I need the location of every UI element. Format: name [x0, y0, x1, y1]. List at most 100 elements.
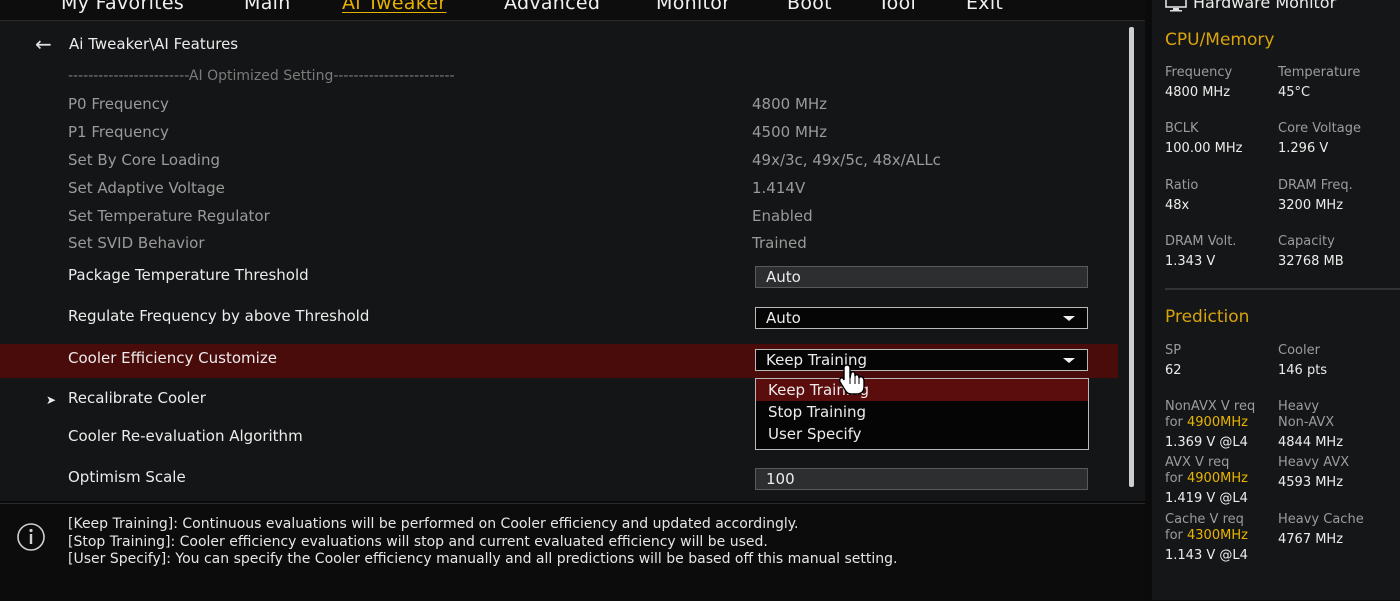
setting-label: Recalibrate Cooler	[68, 389, 206, 407]
info-row-temperature-regulator: Set Temperature Regulator Enabled	[0, 207, 1118, 229]
cpu-memory-section-title: CPU/Memory	[1165, 30, 1275, 50]
setting-optimism-scale[interactable]: Optimism Scale 100	[0, 467, 1118, 493]
sp-value: 62	[1165, 363, 1182, 378]
cooler-efficiency-dropdown-list: Keep Training Stop Training User Specify	[755, 378, 1089, 450]
tab-boot[interactable]: Boot	[787, 0, 832, 14]
heavy-nonavx-label: Heavy	[1278, 399, 1320, 414]
tab-main[interactable]: Main	[244, 0, 291, 14]
section-divider	[1165, 288, 1400, 290]
avx-for-line: for 4900MHz	[1165, 471, 1248, 486]
hardware-monitor-title: Hardware Monitor	[1193, 0, 1337, 12]
info-row-svid-behavior: Set SVID Behavior Trained	[0, 234, 1118, 256]
dram-volt-label: DRAM Volt.	[1165, 234, 1237, 249]
capacity-value: 32768 MB	[1278, 254, 1344, 269]
package-temperature-field[interactable]: Auto	[755, 266, 1088, 288]
monitor-icon	[1165, 0, 1187, 11]
heavy-avx-label: Heavy AVX	[1278, 455, 1350, 470]
info-label: P1 Frequency	[68, 123, 169, 141]
info-value: 49x/3c, 49x/5c, 48x/ALLc	[752, 151, 941, 169]
top-menu-bar: My Favorites Main Ai Tweaker Advanced Mo…	[0, 0, 1145, 20]
dram-freq-value: 3200 MHz	[1278, 198, 1344, 213]
core-voltage-value: 1.296 V	[1278, 141, 1329, 156]
info-value: Trained	[752, 234, 807, 252]
frequency-label: Frequency	[1165, 65, 1233, 80]
breadcrumb-path: Ai Tweaker\AI Features	[69, 35, 239, 53]
cooler-value: 146 pts	[1278, 363, 1328, 378]
ratio-value: 48x	[1165, 198, 1190, 213]
info-label: Set By Core Loading	[68, 151, 220, 169]
dram-volt-value: 1.343 V	[1165, 254, 1216, 269]
prediction-section-title: Prediction	[1165, 307, 1250, 327]
setting-cooler-efficiency-customize[interactable]: Cooler Efficiency Customize Keep Trainin…	[0, 344, 1118, 378]
setting-regulate-frequency[interactable]: Regulate Frequency by above Threshold Au…	[0, 306, 1118, 332]
temperature-value: 45°C	[1278, 85, 1311, 100]
temperature-label: Temperature	[1278, 65, 1361, 80]
submenu-arrow-icon: ➤	[46, 393, 57, 407]
cache-vreq-label: Cache V req	[1165, 512, 1244, 527]
info-value: 4800 MHz	[752, 95, 828, 113]
help-text-stop-training: [Stop Training]: Cooler efficiency evalu…	[68, 534, 768, 550]
breadcrumb[interactable]: ← Ai Tweaker\AI Features	[35, 32, 239, 56]
info-label: Set Adaptive Voltage	[68, 179, 225, 197]
hand-cursor-icon	[838, 364, 865, 395]
tab-monitor[interactable]: Monitor	[656, 0, 730, 14]
dram-freq-label: DRAM Freq.	[1278, 178, 1353, 193]
help-text-keep-training: [Keep Training]: Continuous evaluations …	[68, 516, 799, 532]
dropdown-option-user-specify[interactable]: User Specify	[756, 423, 1088, 445]
info-value: Enabled	[752, 207, 813, 225]
setting-label: Cooler Re-evaluation Algorithm	[68, 427, 303, 445]
nonavx-vreq-label: NonAVX V req	[1165, 399, 1256, 414]
cache-for-line: for 4300MHz	[1165, 528, 1248, 543]
cooler-label: Cooler	[1278, 343, 1320, 358]
info-icon	[17, 523, 45, 551]
hardware-monitor-header: Hardware Monitor	[1165, 0, 1336, 12]
select-value: Auto	[766, 309, 801, 327]
optimism-scale-field[interactable]: 100	[755, 468, 1088, 490]
info-row-p0-frequency: P0 Frequency 4800 MHz	[0, 95, 1118, 117]
avx-vreq-value: 1.419 V @L4	[1165, 491, 1248, 506]
dropdown-option-stop-training[interactable]: Stop Training	[756, 401, 1088, 423]
heavy-nonavx-value: 4844 MHz	[1278, 435, 1344, 450]
heavy-cache-label: Heavy Cache	[1278, 512, 1364, 527]
nonavx-for-line: for 4900MHz	[1165, 415, 1248, 430]
scrollbar[interactable]	[1129, 27, 1134, 487]
help-text-user-specify: [User Specify]: You can specify the Cool…	[68, 551, 898, 567]
info-label: Set SVID Behavior	[68, 234, 205, 252]
info-value: 4500 MHz	[752, 123, 828, 141]
avx-vreq-label: AVX V req	[1165, 455, 1230, 470]
hardware-monitor-panel: Hardware Monitor CPU/Memory Frequency 48…	[1152, 0, 1400, 600]
setting-package-temperature-threshold[interactable]: Package Temperature Threshold Auto	[0, 265, 1118, 291]
info-row-core-loading: Set By Core Loading 49x/3c, 49x/5c, 48x/…	[0, 151, 1118, 173]
chevron-down-icon	[1063, 316, 1075, 321]
settings-panel: ← Ai Tweaker\AI Features ---------------…	[0, 21, 1145, 501]
sp-label: SP	[1165, 343, 1182, 358]
ratio-label: Ratio	[1165, 178, 1199, 193]
tab-ai-tweaker[interactable]: Ai Tweaker	[342, 0, 446, 14]
frequency-value: 4800 MHz	[1165, 85, 1231, 100]
regulate-frequency-select[interactable]: Auto	[755, 307, 1088, 329]
tab-exit[interactable]: Exit	[966, 0, 1003, 14]
info-label: Set Temperature Regulator	[68, 207, 270, 225]
tab-my-favorites[interactable]: My Favorites	[61, 0, 184, 14]
tab-tool[interactable]: Tool	[878, 0, 916, 14]
setting-label: Package Temperature Threshold	[68, 266, 309, 284]
back-arrow-icon[interactable]: ←	[35, 32, 59, 56]
setting-label: Optimism Scale	[68, 468, 186, 486]
info-value: 1.414V	[752, 179, 806, 197]
bclk-label: BCLK	[1165, 121, 1199, 136]
cache-vreq-value: 1.143 V @L4	[1165, 548, 1248, 563]
core-voltage-label: Core Voltage	[1278, 121, 1361, 136]
bclk-value: 100.00 MHz	[1165, 141, 1243, 156]
heavy-avx-value: 4593 MHz	[1278, 475, 1344, 490]
info-row-adaptive-voltage: Set Adaptive Voltage 1.414V	[0, 179, 1118, 201]
cooler-efficiency-select[interactable]: Keep Training	[755, 349, 1088, 371]
nonavx-vreq-value: 1.369 V @L4	[1165, 435, 1248, 450]
tab-advanced[interactable]: Advanced	[504, 0, 600, 14]
help-panel: [Keep Training]: Continuous evaluations …	[0, 503, 1145, 601]
setting-label: Regulate Frequency by above Threshold	[68, 307, 370, 325]
info-label: P0 Frequency	[68, 95, 169, 113]
heavy-cache-value: 4767 MHz	[1278, 532, 1344, 547]
info-row-p1-frequency: P1 Frequency 4500 MHz	[0, 123, 1118, 145]
heavy-nonavx-label-2: Non-AVX	[1278, 415, 1335, 430]
dropdown-option-keep-training[interactable]: Keep Training	[756, 379, 1088, 401]
